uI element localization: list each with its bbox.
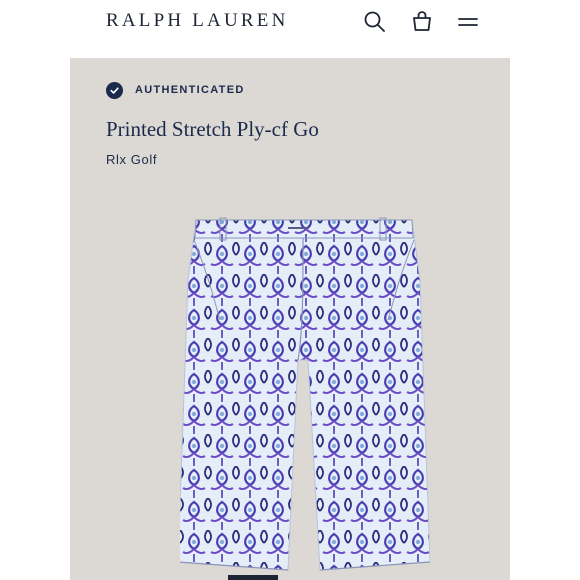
product-title: Printed Stretch Ply-cf Go	[106, 117, 319, 141]
product-brand[interactable]: Rlx Golf	[106, 152, 157, 167]
carousel-indicator[interactable]	[228, 575, 278, 580]
search-icon[interactable]	[362, 9, 388, 35]
site-header: RALPH LAUREN	[70, 0, 510, 58]
product-screen: RALPH LAUREN AUTHENTICATED Printed Stret…	[70, 0, 510, 580]
authenticated-label: AUTHENTICATED	[135, 84, 245, 96]
brand-logo[interactable]: RALPH LAUREN	[106, 10, 289, 32]
menu-icon[interactable]	[455, 9, 481, 35]
right-margin	[510, 0, 580, 580]
checkmark-icon	[106, 81, 123, 99]
shopping-bag-icon[interactable]	[409, 9, 435, 35]
authenticated-badge: AUTHENTICATED	[106, 81, 245, 99]
left-margin	[0, 0, 70, 580]
printed-shorts-image	[180, 217, 430, 571]
product-image[interactable]	[180, 210, 430, 580]
